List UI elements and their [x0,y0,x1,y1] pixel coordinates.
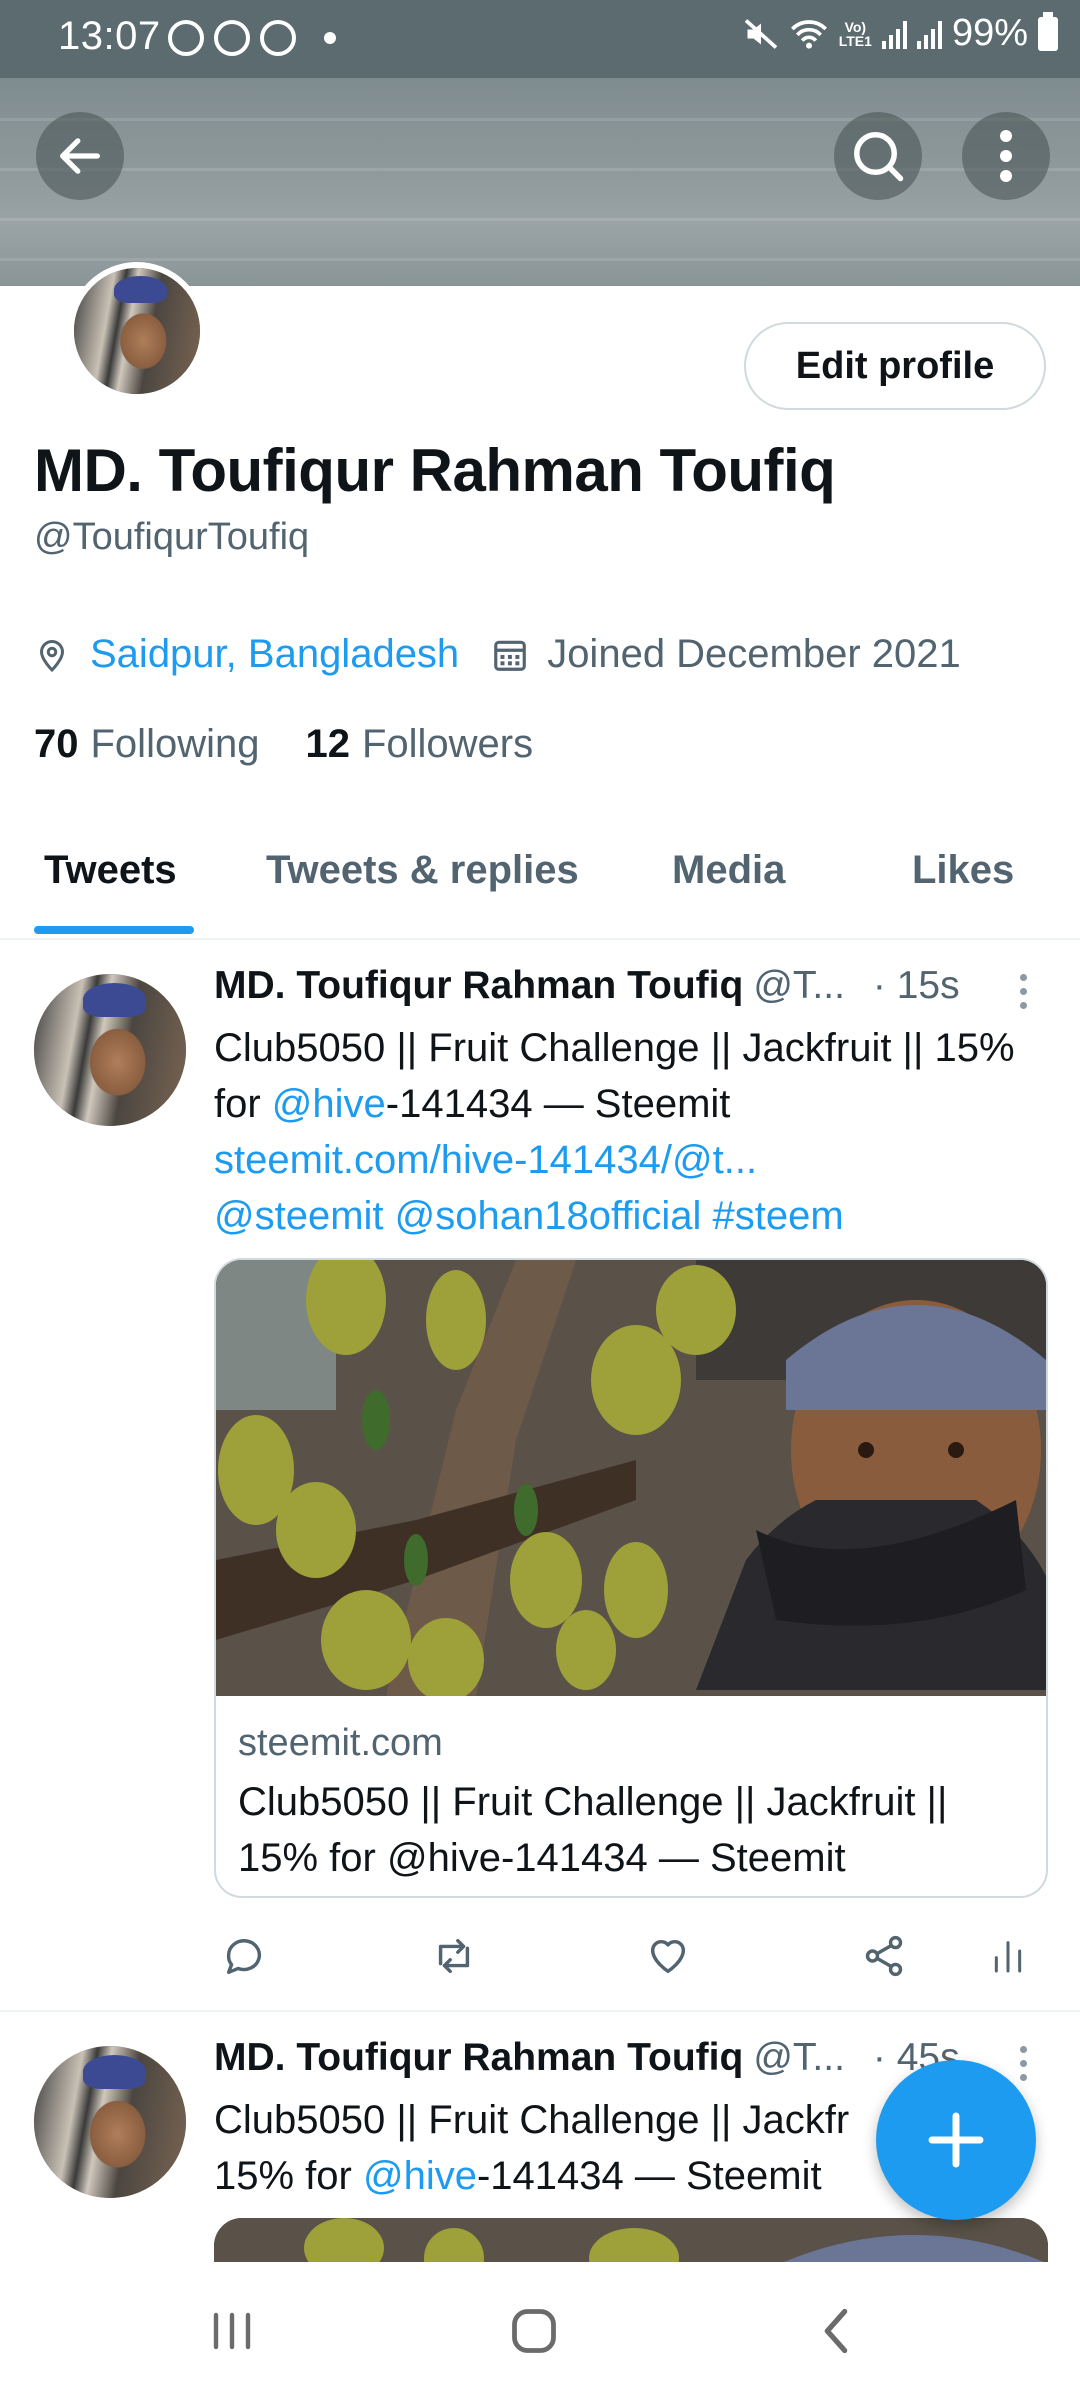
home-button[interactable] [494,2296,574,2366]
link-preview-image [214,2218,1048,2262]
calendar-icon [494,640,527,671]
tweet-text: Club5050 || Fruit Challenge || Jackfruit… [214,1020,1044,1244]
analytics-icon [994,1941,1022,1973]
link-preview-card[interactable]: steemit.com Club5050 || Fruit Challenge … [214,1258,1048,1898]
analytics-button[interactable] [978,1918,1038,1994]
heart-icon [650,1939,686,1974]
followers-count: 12 [305,722,350,766]
followers-link[interactable]: 12 Followers [305,722,533,767]
messenger-icon [260,20,296,56]
tweet-text-part: Club5050 || Fruit Challenge || Jackfr [214,2098,850,2142]
back-nav-button[interactable] [796,2296,876,2366]
tab-tweets[interactable]: Tweets [44,848,177,893]
reply-icon [226,1939,262,1975]
tweet-author-name[interactable]: MD. Toufiqur Rahman Toufiq [214,2036,743,2080]
tweet-avatar[interactable] [34,974,186,1126]
home-icon [512,2309,556,2353]
share-button[interactable] [854,1918,914,1994]
active-tab-indicator [34,926,194,934]
signal-icon [916,19,942,49]
hashtag-link[interactable]: #steem [713,1194,844,1238]
battery-percent: 99% [951,12,1028,54]
tweet-author-name[interactable]: MD. Toufiqur Rahman Toufiq [214,964,743,1008]
tweet-text-part: -141434 — Steemit [385,1082,731,1126]
mention-link[interactable]: @steemit [214,1194,384,1238]
link-preview-title: Club5050 || Fruit Challenge || Jackfruit… [238,1780,948,1880]
tweet-more-button[interactable] [1020,974,1028,1009]
more-vertical-icon [1000,130,1012,182]
tweet-avatar[interactable] [34,2046,186,2198]
follow-stats: 70 Following 12 Followers [34,722,533,767]
back-arrow-icon [60,138,100,174]
tweet-actions [214,1918,1034,1994]
tweet-time: · 15s [872,964,960,1007]
whatsapp-icon [214,20,250,56]
tweet-more-button[interactable] [1020,2046,1028,2081]
profile-banner [0,78,1080,286]
following-label: Following [90,722,260,766]
tab-tweets-replies[interactable]: Tweets & replies [266,848,579,893]
link-preview-domain: steemit.com [238,1722,443,1764]
tweet-header: MD. Toufiqur Rahman Toufiq @T... · 15s [214,964,960,1008]
link-preview-image [216,1260,1046,1696]
tweet-text-part: 15% for [214,2154,363,2198]
back-button[interactable] [36,112,124,200]
signal-icon [881,19,907,49]
status-time: 13:07 [58,14,161,58]
profile-tabs: Tweets Tweets & replies Media Likes [0,826,1080,940]
notification-icons [168,20,336,56]
edit-profile-button[interactable]: Edit profile [744,322,1046,410]
tweet-author-handle: @T... [753,2036,845,2079]
recent-apps-icon [213,2312,251,2350]
search-button[interactable] [834,112,922,200]
following-link[interactable]: 70 Following [34,722,259,767]
search-icon [854,132,904,182]
tweet-text-part: -141434 — Steemit [476,2154,822,2198]
tab-likes[interactable]: Likes [912,848,1014,893]
mention-link[interactable]: @hive [272,1082,386,1126]
retweet-icon [438,1938,470,1974]
like-button[interactable] [638,1918,698,1994]
volte-icon: Vo) LTE1 [838,18,872,49]
profile-location[interactable]: Saidpur, Bangladesh [90,632,459,677]
profile-meta: Saidpur, Bangladesh Joined December 2021 [34,632,961,677]
mention-link[interactable]: @hive [363,2154,477,2198]
profile-joined: Joined December 2021 [547,632,961,676]
battery-icon [1038,11,1058,51]
url-link[interactable]: steemit.com/hive-141434/@t... [214,1138,757,1182]
more-options-button[interactable] [962,112,1050,200]
plus-icon [928,2112,984,2168]
more-notifications-icon [324,32,336,44]
location-pin-icon [39,639,65,672]
mention-link[interactable]: @sohan18official [395,1194,702,1238]
share-icon [865,1935,903,1977]
reply-button[interactable] [214,1918,274,1994]
back-chevron-icon [824,2308,848,2354]
profile-name: MD. Toufiqur Rahman Toufiq [34,437,836,504]
messenger-icon [168,20,204,56]
following-count: 70 [34,722,79,766]
profile-avatar[interactable] [68,262,206,400]
system-nav-bar [0,2262,1080,2400]
tweet-author-handle: @T... [753,964,845,1007]
profile-handle: @ToufiqurToufiq [34,516,310,558]
recent-apps-button[interactable] [192,2296,272,2366]
tab-media[interactable]: Media [672,848,785,893]
mute-icon [744,18,777,49]
followers-label: Followers [361,722,534,766]
system-status: Vo) LTE1 99% [743,11,1058,55]
retweet-button[interactable] [424,1918,484,1994]
wifi-icon [790,19,827,49]
status-bar: 13:07 Vo) LTE1 99% [0,0,1080,78]
tweet-divider [0,2010,1080,2012]
compose-tweet-button[interactable] [876,2060,1036,2220]
tweet-header: MD. Toufiqur Rahman Toufiq @T... · 45s [214,2036,960,2080]
